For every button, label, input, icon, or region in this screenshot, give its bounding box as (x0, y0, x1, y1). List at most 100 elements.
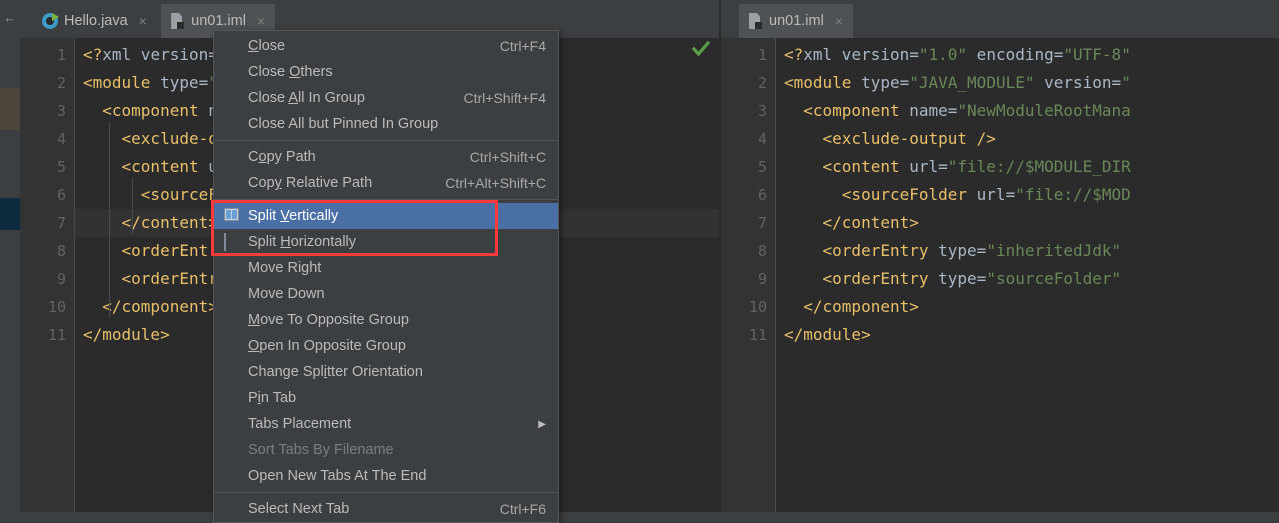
menu-item-label: Move To Opposite Group (248, 312, 409, 328)
line-number: 2 (56, 74, 66, 92)
menu-item-copy-relative-path[interactable]: Copy Relative Path Ctrl+Alt+Shift+C (214, 170, 558, 196)
line-number: 4 (56, 130, 66, 148)
code-line[interactable]: <content url="file://$MODULE_DIR (784, 153, 1131, 181)
menu-item-open-in-opposite-group[interactable]: Open In Opposite Group (214, 333, 558, 359)
menu-separator (214, 140, 558, 141)
code-line[interactable]: <sourceFolder url="file://$MOD (784, 181, 1131, 209)
line-number: 4 (757, 130, 767, 148)
code-line[interactable]: <module type="JAVA_MODULE" version=" (784, 69, 1131, 97)
line-number: 11 (748, 326, 767, 344)
close-icon[interactable]: × (136, 14, 150, 28)
code-token: url (899, 157, 939, 176)
code-token: = (938, 157, 948, 176)
menu-item-split-horizontally[interactable]: Split Horizontally (214, 229, 558, 255)
menu-item-open-new-tabs-at-the-end[interactable]: Open New Tabs At The End (214, 463, 558, 489)
code-token: version (1034, 73, 1112, 92)
code-token: type (851, 73, 900, 92)
inspection-status-icon[interactable] (691, 40, 711, 58)
menu-item-copy-path[interactable]: Copy Path Ctrl+Shift+C (214, 144, 558, 170)
menu-item-close-all-in-group[interactable]: Close All In Group Ctrl+Shift+F4 (214, 85, 558, 111)
ide-window: ← Hello.java × un01.iml × 1 2 3 4 5 6 7 8 9 10 11 … (0, 0, 1279, 523)
indent-guide (109, 122, 110, 318)
menu-item-label: Open In Opposite Group (248, 338, 406, 354)
code-token: <module (83, 73, 151, 92)
code-token: <orderEntry (83, 269, 228, 288)
code-token: </content> (83, 213, 218, 232)
close-icon[interactable]: × (254, 14, 268, 28)
right-code-area[interactable]: <?xml version="1.0" encoding="UTF-8" <mod… (776, 38, 1279, 512)
tab-label: un01.iml (769, 13, 824, 29)
line-number: 3 (757, 102, 767, 120)
back-arrow-icon[interactable]: ← (2, 10, 18, 26)
menu-item-tabs-placement[interactable]: Tabs Placement ▶ (214, 411, 558, 437)
menu-item-select-next-tab[interactable]: Select Next Tab Ctrl+F6 (214, 496, 558, 522)
menu-item-label: Close Others (248, 64, 333, 80)
code-token: type (928, 241, 977, 260)
code-line[interactable]: </content> (784, 209, 919, 237)
line-number: 5 (757, 158, 767, 176)
line-number: 8 (757, 242, 767, 260)
line-number: 9 (56, 270, 66, 288)
close-icon[interactable]: × (832, 14, 846, 28)
menu-item-move-right[interactable]: Move Right (214, 255, 558, 281)
tab-context-menu[interactable]: Close Ctrl+F4 Close Others Close All In Gro… (213, 30, 559, 523)
line-number: 8 (56, 242, 66, 260)
menu-item-close[interactable]: Close Ctrl+F4 (214, 33, 558, 59)
menu-item-split-vertically[interactable]: Split Vertically (214, 203, 558, 229)
menu-item-label: Move Right (248, 260, 322, 276)
menu-item-move-down[interactable]: Move Down (214, 281, 558, 307)
line-number: 2 (757, 74, 767, 92)
code-line[interactable]: <orderEntry type="inheritedJdk" (784, 237, 1122, 265)
menu-item-shortcut: Ctrl+Shift+C (469, 149, 546, 165)
menu-item-label: Close All In Group (248, 90, 365, 106)
code-token: <orderEntry (784, 241, 929, 260)
code-token: = (976, 269, 987, 288)
code-line[interactable]: <orderEntry type="sourceFolder" (784, 265, 1122, 293)
left-line-number-gutter[interactable]: 1 2 3 4 5 6 7 8 9 10 11 (20, 38, 75, 512)
marker-selection (0, 198, 20, 230)
code-line[interactable]: </module> (784, 321, 871, 349)
line-number: 5 (56, 158, 66, 176)
code-token: type (928, 269, 977, 288)
right-line-number-gutter[interactable]: 1 2 3 4 5 6 7 8 9 10 11 (721, 38, 776, 512)
menu-item-label: Pin Tab (248, 390, 297, 406)
code-line[interactable]: <component name="NewModuleRootMana (784, 97, 1131, 125)
line-number: 1 (56, 46, 66, 64)
menu-item-change-splitter-orientation[interactable]: Change Splitter Orientation (214, 359, 558, 385)
right-tab-bar[interactable]: un01.iml × (721, 0, 1279, 42)
code-token: = (947, 101, 958, 120)
right-editor-body[interactable]: 1 2 3 4 5 6 7 8 9 10 11 <?xml version="1.0" encodi… (721, 38, 1279, 512)
code-token: </module> (784, 325, 871, 344)
code-token: </component> (784, 297, 919, 316)
menu-item-pin-tab[interactable]: Pin Tab (214, 385, 558, 411)
menu-item-label: Sort Tabs By Filename (248, 442, 394, 458)
menu-item-close-others[interactable]: Close Others (214, 59, 558, 85)
tab-label: Hello.java (64, 13, 128, 29)
code-line[interactable]: </component> (83, 293, 218, 321)
code-token: = (976, 241, 987, 260)
menu-item-label: Copy Relative Path (248, 175, 373, 191)
tab-hello-java[interactable]: Hello.java × (32, 4, 157, 38)
code-line[interactable]: </content> (83, 209, 218, 237)
code-line[interactable]: <exclude-output /> (784, 125, 996, 153)
menu-item-shortcut: Ctrl+Alt+Shift+C (445, 175, 546, 191)
code-token: <? (83, 45, 103, 64)
code-token: version (131, 45, 209, 64)
code-token: "UTF-8" (1063, 45, 1131, 64)
code-line[interactable]: <?xml version="1.0" encoding="UTF-8" (784, 41, 1131, 69)
code-token: name (899, 101, 948, 120)
code-token: <orderEntry (784, 269, 929, 288)
code-token: <component (83, 101, 199, 120)
iml-file-icon (171, 13, 185, 29)
line-number: 10 (47, 298, 66, 316)
tab-un01-iml-right[interactable]: un01.iml × (739, 4, 853, 42)
code-token: xml (803, 45, 833, 64)
menu-separator (214, 199, 558, 200)
code-line[interactable]: </module> (83, 321, 170, 349)
code-token: = (1053, 45, 1064, 64)
menu-item-move-to-opposite-group[interactable]: Move To Opposite Group (214, 307, 558, 333)
code-token: <? (784, 45, 804, 64)
menu-item-close-all-but-pinned-in-group[interactable]: Close All but Pinned In Group (214, 111, 558, 137)
code-line[interactable]: </component> (784, 293, 919, 321)
code-token: <orderEntry (83, 241, 228, 260)
